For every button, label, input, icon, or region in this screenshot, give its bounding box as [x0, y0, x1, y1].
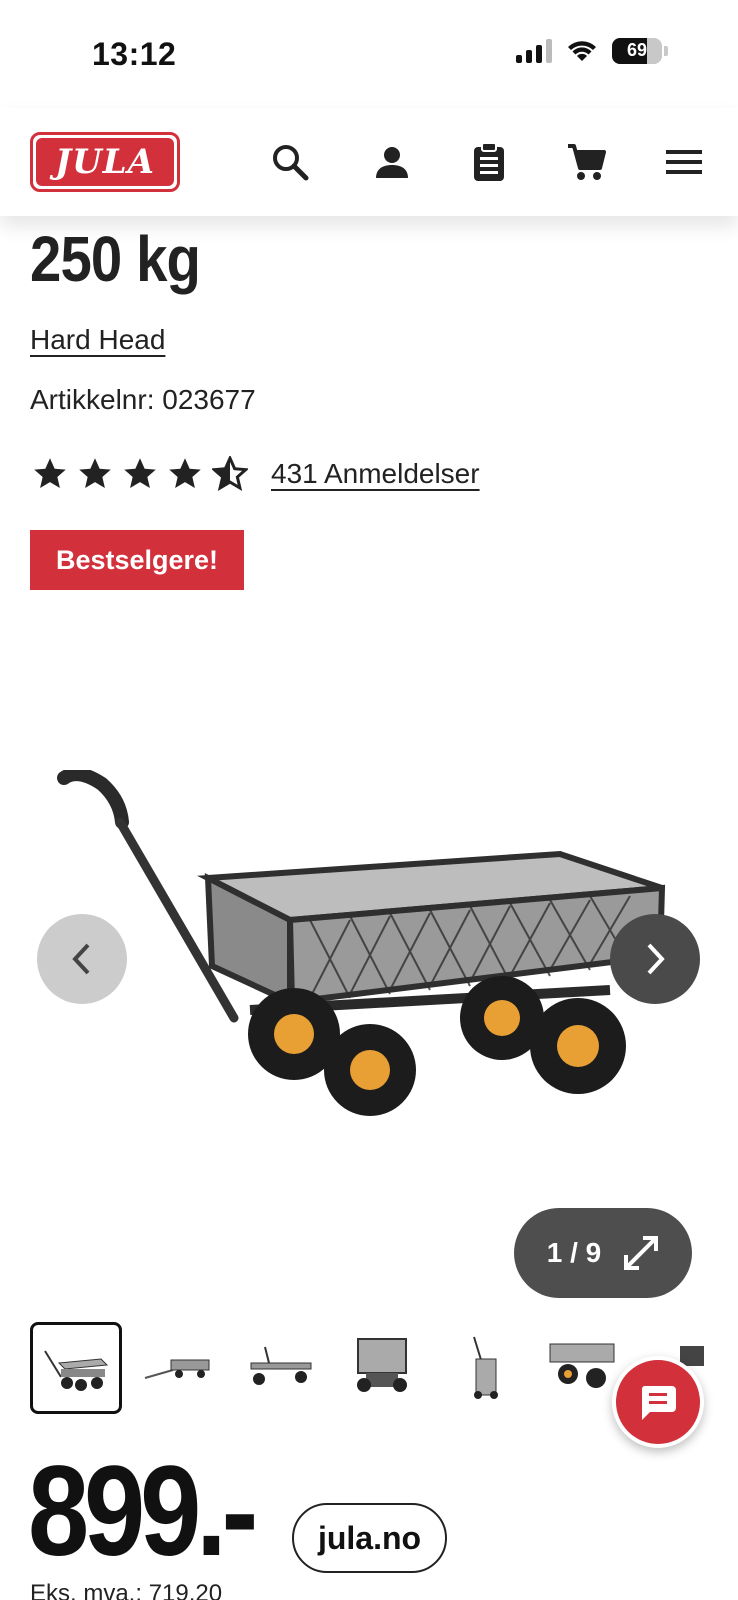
star-icon	[169, 458, 201, 488]
jula-logo[interactable]: JULA	[30, 132, 180, 192]
previous-image-button[interactable]	[37, 914, 127, 1004]
chevron-left-icon	[72, 943, 90, 975]
thumbnail-image	[250, 1346, 312, 1385]
account-button[interactable]	[370, 140, 414, 184]
menu-icon	[666, 150, 702, 174]
half-star-icon	[212, 456, 248, 492]
logo-text: JULA	[54, 142, 156, 182]
account-icon	[376, 147, 408, 178]
chat-icon	[641, 1386, 676, 1420]
bestseller-badge: Bestselgere!	[30, 530, 244, 590]
next-image-button[interactable]	[610, 914, 700, 1004]
status-icons: 69	[516, 38, 668, 64]
status-bar: 13:12 69	[0, 0, 738, 108]
thumbnail[interactable]	[132, 1322, 224, 1414]
expand-icon	[624, 1236, 659, 1270]
garden-cart-image[interactable]	[50, 770, 690, 1150]
search-button[interactable]	[268, 140, 312, 184]
thumbnail-image	[473, 1336, 498, 1399]
brand-link[interactable]: Hard Head	[30, 324, 165, 356]
battery-cap	[664, 46, 668, 56]
price: 899.-	[28, 1440, 258, 1583]
search-icon	[273, 145, 309, 181]
star-icon	[124, 458, 156, 488]
product-gallery: 1 / 9	[0, 620, 738, 1300]
thumbnail-image	[357, 1338, 407, 1392]
cart-button[interactable]	[564, 140, 608, 184]
chat-button[interactable]	[612, 1356, 704, 1448]
thumbnail[interactable]	[336, 1322, 428, 1414]
site-header: JULA	[0, 108, 738, 216]
battery-icon: 69	[612, 38, 662, 64]
article-number: Artikkelnr: 023677	[30, 384, 256, 415]
rating[interactable]: 431 Anmeldelser	[32, 456, 480, 492]
menu-button[interactable]	[662, 140, 706, 184]
chevron-right-icon	[647, 943, 665, 975]
thumbnail[interactable]	[438, 1322, 530, 1414]
star-icon	[79, 458, 111, 488]
status-time: 13:12	[92, 36, 177, 72]
shopping-list-icon	[474, 142, 504, 181]
star-icon	[34, 458, 66, 488]
logo-badge: JULA	[36, 138, 174, 186]
battery-level: 69	[626, 40, 648, 60]
product-title: 250 kg	[30, 223, 201, 295]
thumbnail-image	[144, 1359, 210, 1379]
price-excl-vat: Eks. mva.: 719,20	[30, 1580, 223, 1600]
thumbnail[interactable]	[234, 1322, 326, 1414]
thumbnail-image	[44, 1350, 109, 1391]
shopping-list-button[interactable]	[467, 140, 511, 184]
thumbnail[interactable]	[30, 1322, 122, 1414]
wifi-icon	[568, 41, 596, 61]
image-counter[interactable]: 1 / 9	[514, 1208, 692, 1298]
image-counter-text: 1 / 9	[546, 1237, 602, 1268]
domain-pill[interactable]: jula.no	[292, 1503, 447, 1573]
cart-icon	[568, 144, 606, 180]
cellular-signal-icon	[516, 39, 552, 63]
reviews-link[interactable]: 431 Anmeldelser	[271, 458, 480, 490]
